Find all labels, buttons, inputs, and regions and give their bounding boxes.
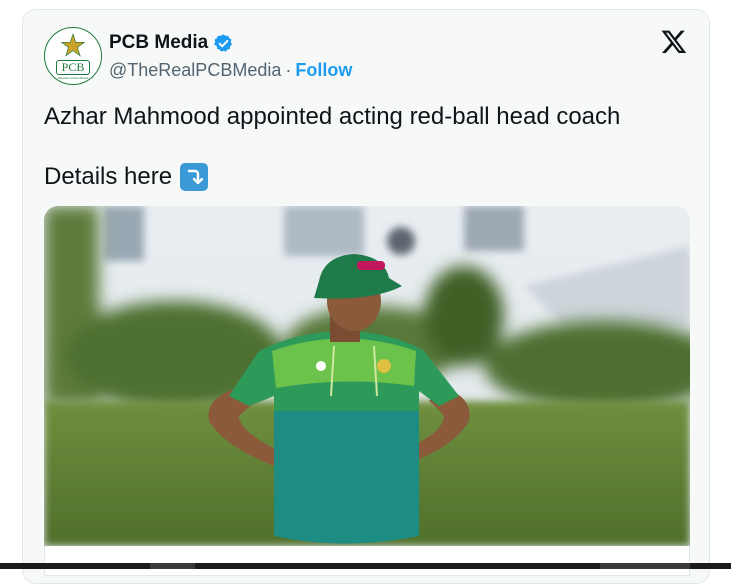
taskbar-segment — [600, 563, 690, 569]
coach-photo — [44, 206, 690, 546]
name-row: PCB Media — [109, 32, 234, 54]
x-logo-icon[interactable] — [660, 28, 688, 55]
taskbar-segment — [150, 563, 195, 569]
tweet-text: Azhar Mahmood appointed acting red-ball … — [44, 103, 621, 130]
taskbar-strip — [0, 563, 731, 569]
details-label: Details here — [44, 163, 173, 190]
media-footer — [44, 546, 690, 576]
avatar-subtext: Pakistan Cricket Board — [57, 75, 89, 80]
avatar-logo-text: PCB — [55, 59, 91, 75]
follow-button[interactable]: Follow — [295, 60, 352, 81]
tweet-media-photo[interactable] — [44, 206, 690, 546]
avatar[interactable]: PCB Pakistan Cricket Board — [44, 27, 102, 85]
details-line: Details here — [44, 162, 209, 192]
handle[interactable]: @TheRealPCBMedia — [109, 60, 281, 81]
display-name[interactable]: PCB Media — [109, 32, 208, 54]
verified-badge-icon — [214, 33, 233, 52]
handle-row: @TheRealPCBMedia · Follow — [109, 60, 352, 81]
star-icon — [60, 32, 86, 57]
right-arrow-curving-down-icon — [180, 163, 209, 191]
tweet-card[interactable]: PCB Pakistan Cricket Board PCB Media @Th… — [22, 9, 710, 584]
separator-dot: · — [285, 60, 292, 80]
